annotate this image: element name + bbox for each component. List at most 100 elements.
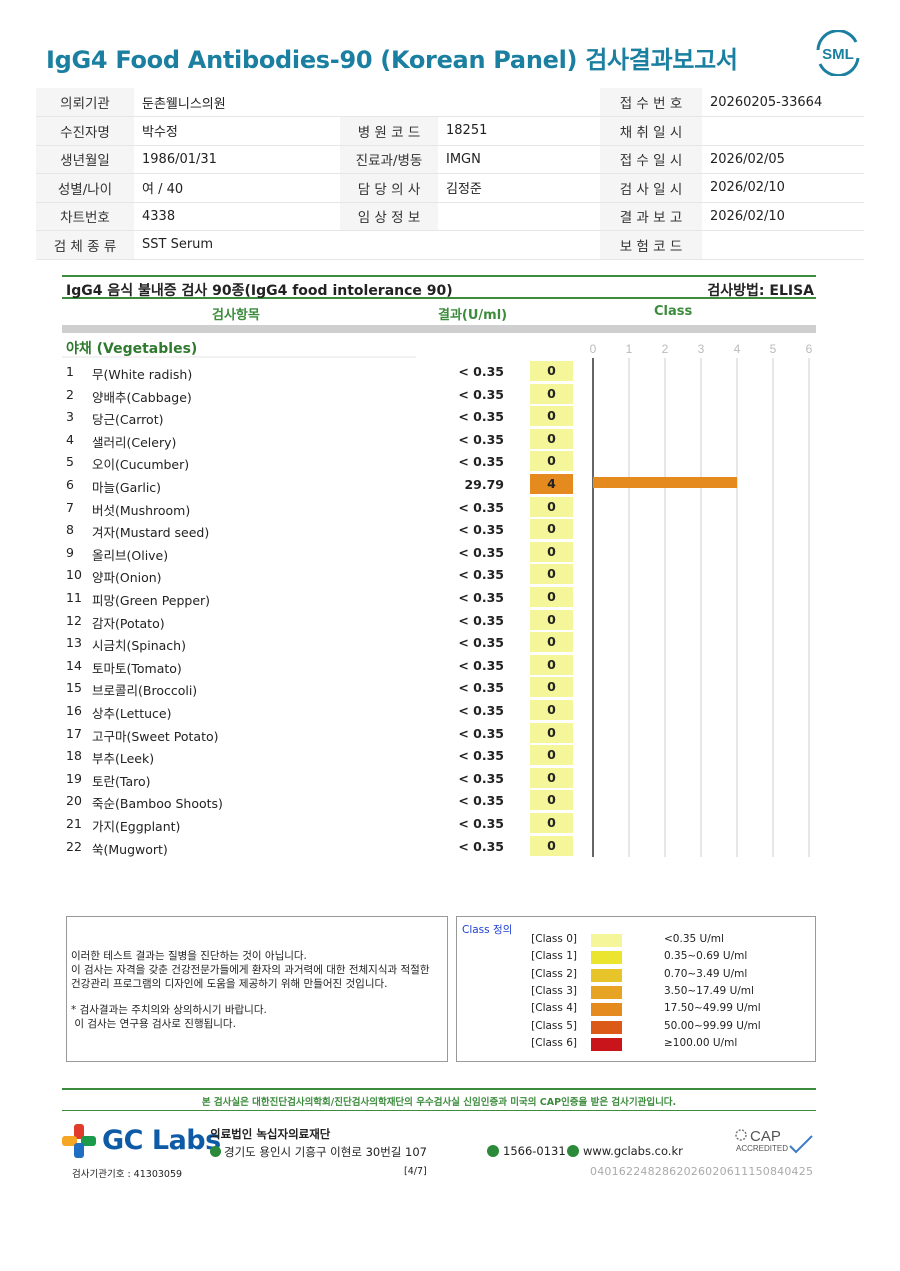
info-label	[340, 230, 438, 260]
food-name: 버섯(Mushroom)	[92, 502, 191, 518]
table-row: 11 피망(Green Pepper) < 0.35 0	[62, 586, 582, 608]
info-value: 20260205-33664	[702, 88, 864, 117]
class-value: 0	[530, 767, 573, 788]
class-value: 0	[530, 677, 573, 698]
info-value: 4338	[134, 202, 340, 231]
class-value: 0	[530, 361, 573, 381]
class-range: 17.50~49.99 U/ml	[664, 1002, 761, 1015]
table-row: 15 브로콜리(Broccoli) < 0.35 0	[62, 676, 582, 698]
logo-text: SML	[822, 46, 854, 63]
food-name: 시금치(Spinach)	[92, 638, 186, 654]
class-def-row: [Class 1] 0.35~0.69 U/ml	[457, 949, 817, 966]
class-range: 0.35~0.69 U/ml	[664, 950, 748, 963]
lab-id: 검사기관기호 : 41303059	[72, 1169, 183, 1180]
class-definition-box: Class 정의 [Class 0] <0.35 U/ml [Class 1] 0.3…	[456, 916, 816, 1062]
svg-text:CAP: CAP	[750, 1128, 781, 1145]
class-name: [Class 2]	[531, 967, 577, 980]
result-value: < 0.35	[458, 454, 504, 470]
svg-text:ACCREDITED: ACCREDITED	[736, 1144, 788, 1153]
org-name: 의료법인 녹십자의료재단	[210, 1127, 331, 1141]
result-value: < 0.35	[458, 725, 504, 741]
table-row: 2 양배추(Cabbage) < 0.35 0	[62, 383, 582, 405]
info-label: 담 당 의 사	[340, 173, 438, 203]
food-name: 토란(Taro)	[92, 773, 151, 789]
row-number: 15	[66, 680, 82, 696]
cap-accredited-logo: CAP ACCREDITED	[735, 1128, 813, 1154]
x-tick-label: 0	[590, 342, 597, 356]
table-row: 14 토마토(Tomato) < 0.35 0	[62, 654, 582, 676]
class-value: 0	[530, 609, 573, 630]
class-value: 0	[530, 496, 573, 517]
info-label: 채 취 일 시	[600, 116, 702, 146]
class-chart: 0 1 2 3 4 5 6	[590, 342, 813, 857]
result-value: < 0.35	[458, 386, 504, 402]
table-row: 9 올리브(Olive) < 0.35 0	[62, 541, 582, 563]
food-name: 죽순(Bamboo Shoots)	[92, 796, 223, 812]
class-value: 0	[530, 519, 573, 540]
result-value: < 0.35	[458, 635, 504, 651]
x-tick-label: 4	[734, 342, 741, 356]
class-name: [Class 3]	[531, 984, 577, 997]
page-number: [4/7]	[404, 1166, 427, 1177]
class-name: [Class 5]	[531, 1019, 577, 1032]
food-name: 당근(Carrot)	[92, 412, 164, 428]
info-value: SST Serum	[134, 230, 340, 260]
table-row: 20 죽순(Bamboo Shoots) < 0.35 0	[62, 789, 582, 811]
info-value: 1986/01/31	[134, 145, 340, 174]
info-value: 여 / 40	[134, 173, 340, 203]
info-label: 임 상 정 보	[340, 202, 438, 231]
result-value: < 0.35	[458, 680, 504, 696]
report-title: IgG4 Food Antibodies-90 (Korean Panel) 검…	[46, 46, 738, 74]
gc-labs-brand: GC Labs	[102, 1125, 221, 1156]
info-value: 둔촌웰니스의원	[134, 88, 340, 117]
info-label: 의뢰기관	[36, 88, 134, 117]
food-name: 양파(Onion)	[92, 570, 162, 586]
food-name: 브로콜리(Broccoli)	[92, 683, 198, 699]
food-name: 무(White radish)	[92, 367, 193, 382]
disclaimer-line: 이 검사는 자격을 갖춘 건강전문가들에게 환자의 과거력에 대한 전체지식과 …	[71, 964, 430, 976]
table-row: 1 무(White radish) < 0.35 0	[62, 360, 582, 382]
food-name: 양배추(Cabbage)	[92, 389, 192, 405]
result-value: < 0.35	[458, 703, 504, 718]
info-label: 생년월일	[36, 145, 134, 174]
info-row: 생년월일 1986/01/31 진료과/병동 IMGN 접 수 일 시 2026/02/0…	[36, 145, 864, 174]
row-number: 6	[66, 477, 74, 492]
class-value: 0	[530, 451, 573, 472]
table-row: 5 오이(Cucumber) < 0.35 0	[62, 450, 582, 472]
class-swatch	[591, 1003, 622, 1017]
info-row: 차트번호 4338 임 상 정 보 결 과 보 고 2026/02/10	[36, 202, 864, 231]
row-number: 18	[66, 748, 82, 764]
row-number: 22	[66, 838, 82, 854]
info-label: 검 사 일 시	[600, 173, 702, 203]
class-value: 0	[530, 835, 573, 856]
food-name: 올리브(Olive)	[92, 547, 169, 563]
class-def-row: [Class 4] 17.50~49.99 U/ml	[457, 1001, 817, 1018]
phone-icon	[487, 1145, 499, 1157]
result-value: < 0.35	[458, 409, 504, 425]
row-number: 16	[66, 703, 82, 718]
info-label: 접 수 일 시	[600, 145, 702, 174]
table-row: 16 상추(Lettuce) < 0.35 0	[62, 699, 582, 721]
info-value: IMGN	[438, 145, 600, 174]
class-swatch	[591, 968, 622, 982]
class-def-row: [Class 3] 3.50~17.49 U/ml	[457, 984, 817, 1001]
result-value: < 0.35	[458, 364, 504, 379]
patient-info-table: 의뢰기관 둔촌웰니스의원 접 수 번 호 20260205-33664 수진자명 박수정 병…	[36, 88, 864, 260]
row-number: 11	[66, 590, 82, 605]
result-value: < 0.35	[458, 431, 504, 447]
barcode-number: 0401622482862026020611150840425	[590, 1165, 814, 1178]
class-range: 50.00~99.99 U/ml	[664, 1019, 761, 1032]
food-name: 마늘(Garlic)	[92, 480, 162, 495]
food-name: 감자(Potato)	[92, 615, 165, 631]
info-label: 차트번호	[36, 202, 134, 231]
info-value	[438, 88, 600, 117]
row-number: 20	[66, 793, 82, 809]
table-row: 10 양파(Onion) < 0.35 0	[62, 563, 582, 585]
phone-number: 1566-0131	[487, 1144, 566, 1158]
org-address: 경기도 용인시 기흥구 이현로 30번길 107	[210, 1144, 427, 1160]
info-value	[702, 230, 864, 260]
row-number: 8	[66, 522, 74, 538]
table-row: 13 시금치(Spinach) < 0.35 0	[62, 631, 582, 653]
class-name: [Class 0]	[531, 933, 577, 945]
x-tick-label: 2	[662, 342, 669, 356]
